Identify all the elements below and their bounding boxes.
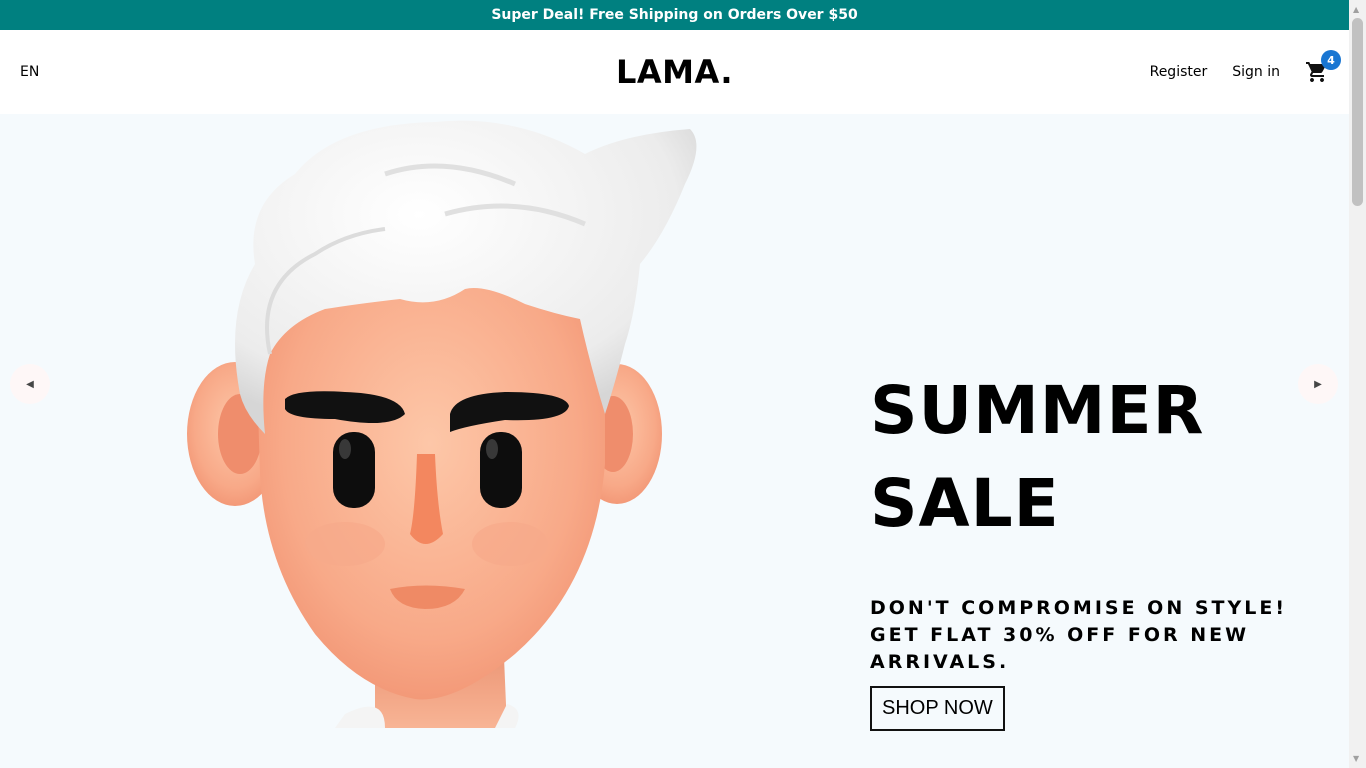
slide-title: SUMMER SALE <box>870 364 1320 550</box>
navbar-center: LAMA. <box>456 53 892 91</box>
slide-info: SUMMER SALE DON'T COMPROMISE ON STYLE! G… <box>870 364 1320 731</box>
shop-now-button[interactable]: SHOP NOW <box>870 686 1005 731</box>
cart-button[interactable]: 4 <box>1305 50 1341 84</box>
announcement-bar: Super Deal! Free Shipping on Orders Over… <box>0 0 1349 30</box>
slider-prev-button[interactable]: ◀ <box>10 364 50 404</box>
scroll-up-icon[interactable]: ▲ <box>1353 5 1359 14</box>
cart-badge: 4 <box>1320 50 1341 70</box>
logo[interactable]: LAMA. <box>616 53 733 91</box>
scroll-thumb[interactable] <box>1352 18 1363 206</box>
navbar-left: EN <box>20 64 456 80</box>
page-scrollbar[interactable]: ▲ ▼ <box>1349 0 1366 768</box>
character-illustration <box>187 120 697 728</box>
language-selector[interactable]: EN <box>20 64 39 80</box>
register-link[interactable]: Register <box>1150 64 1208 80</box>
announcement-text: Super Deal! Free Shipping on Orders Over… <box>491 7 858 23</box>
slide-title-line1: SUMMER <box>870 372 1205 449</box>
arrow-left-icon: ◀ <box>26 378 34 390</box>
slide-description: DON'T COMPROMISE ON STYLE! GET FLAT 30% … <box>870 597 1288 673</box>
navbar: EN LAMA. Register Sign in 4 <box>0 30 1349 114</box>
slide-title-line2: SALE <box>870 465 1060 542</box>
scroll-down-icon[interactable]: ▼ <box>1353 754 1359 763</box>
signin-link[interactable]: Sign in <box>1232 64 1280 80</box>
hero-slider: ◀ ▶ SUMMER SALE DON'T COMPROMISE ON STYL… <box>0 114 1349 768</box>
navbar-right: Register Sign in 4 <box>893 50 1341 84</box>
slide-image <box>185 114 705 728</box>
